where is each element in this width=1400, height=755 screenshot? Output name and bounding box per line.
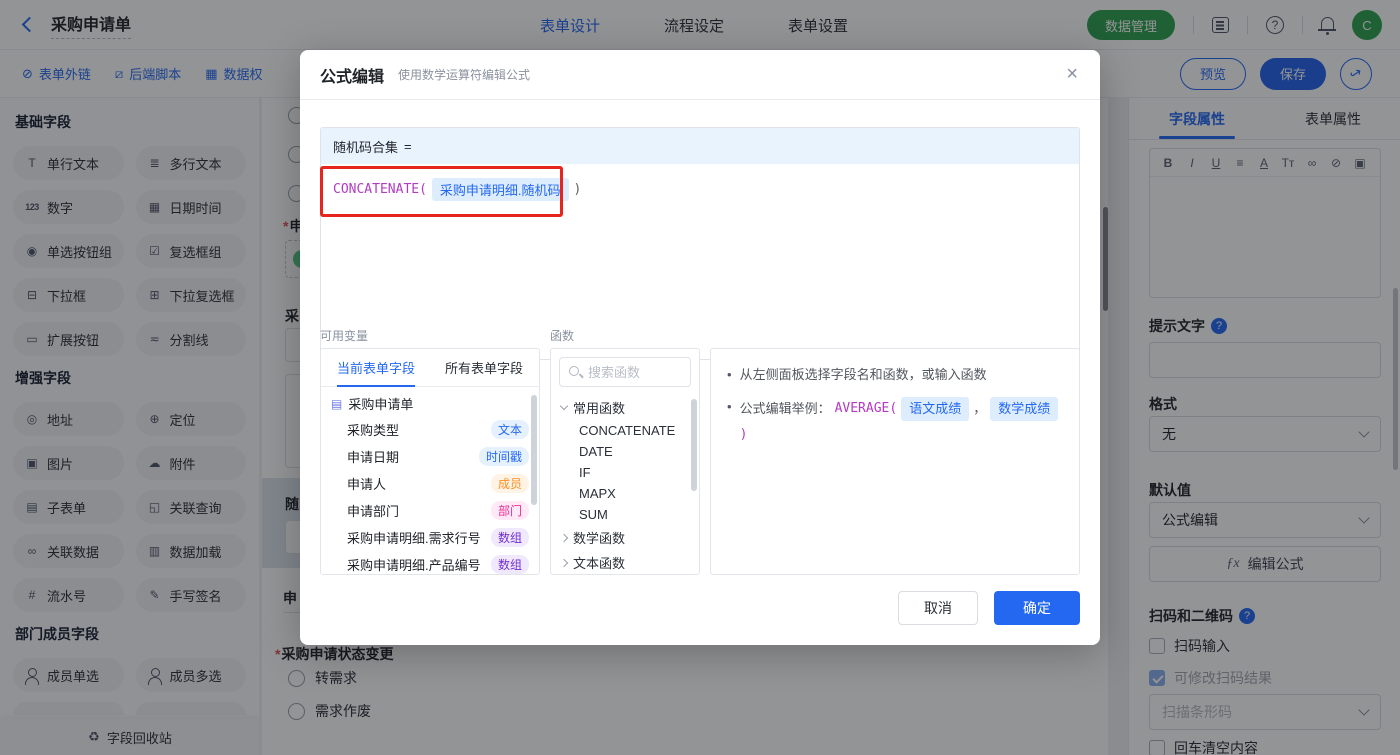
type-badge: 成员 xyxy=(490,474,529,493)
formula-expression[interactable]: CONCATENATE( 采购申请明细.随机码 ) xyxy=(321,164,1079,215)
app: 采购申请单 表单设计 流程设定 表单设置 数据管理 ? C ⊘ 表单外链 ⧄ 后端脚… xyxy=(0,0,1400,755)
variables-root-node[interactable]: ▤ 采购申请单 xyxy=(321,387,539,416)
variable-row[interactable]: 采购申请明细.需求行号 数组 xyxy=(321,524,539,551)
variables-panel: 当前表单字段 所有表单字段 ▤ 采购申请单 采购类型 文本 申请日期 时间戳 申请人成… xyxy=(320,348,540,575)
type-badge: 数组 xyxy=(490,528,529,547)
tip-line-2: • 公式编辑举例： AVERAGE( 语文成绩 ， 数学成绩 ) xyxy=(727,397,1063,445)
fn-item-concatenate[interactable]: CONCATENATE xyxy=(551,420,699,441)
modal-footer: 取消 确定 xyxy=(898,591,1080,625)
type-badge: 部门 xyxy=(490,501,529,520)
bullet-icon: • xyxy=(727,367,732,382)
example-field-token: 语文成绩 xyxy=(901,397,970,421)
functions-label: 函数 xyxy=(550,329,575,343)
type-badge: 数组 xyxy=(490,555,529,574)
functions-panel: 常用函数 CONCATENATE DATE IF MAPX SUM 数学函数 文… xyxy=(550,348,700,575)
fn-item-if[interactable]: IF xyxy=(551,462,699,483)
variable-row[interactable]: 采购申请明细.产品编号 数组 xyxy=(321,551,539,574)
fn-group-math[interactable]: 数学函数 xyxy=(551,525,699,550)
scrollbar-thumb[interactable] xyxy=(691,399,697,491)
example-close-paren: ) xyxy=(739,427,748,442)
fn-item-date[interactable]: DATE xyxy=(551,441,699,462)
type-badge: 时间戳 xyxy=(478,447,529,466)
formula-target-field: 随机码合集 xyxy=(333,139,399,155)
example-function-name: AVERAGE( xyxy=(834,401,898,416)
scrollbar-thumb[interactable] xyxy=(531,395,537,505)
function-name: CONCATENATE( xyxy=(333,182,427,197)
fn-group-text[interactable]: 文本函数 xyxy=(551,550,699,574)
variables-tabs: 当前表单字段 所有表单字段 xyxy=(321,349,539,387)
fn-item-sum[interactable]: SUM xyxy=(551,504,699,525)
function-search-input[interactable] xyxy=(588,364,688,380)
chevron-down-icon xyxy=(559,401,569,411)
variables-label: 可用变量 xyxy=(320,329,369,343)
function-search[interactable] xyxy=(559,357,691,387)
cancel-button[interactable]: 取消 xyxy=(898,591,978,625)
modal-header: 公式编辑 使用数学运算符编辑公式 × xyxy=(300,50,1100,100)
example-field-token: 数学成绩 xyxy=(990,397,1059,421)
close-paren: ) xyxy=(573,182,582,197)
search-icon xyxy=(568,365,582,379)
fn-group-common[interactable]: 常用函数 xyxy=(551,395,699,420)
formula-edit-modal: 公式编辑 使用数学运算符编辑公式 × 随机码合集 = CONCATENATE( … xyxy=(300,50,1100,645)
modal-title: 公式编辑 xyxy=(320,68,385,86)
tips-panel: • 从左侧面板选择字段名和函数，或输入函数 • 公式编辑举例： AVERAGE( … xyxy=(710,348,1080,575)
formula-editor[interactable]: 随机码合集 = CONCATENATE( 采购申请明细.随机码 ) xyxy=(320,127,1080,360)
field-token: 采购申请明细.随机码 xyxy=(431,178,569,201)
variable-row[interactable]: 申请日期 时间戳 xyxy=(321,443,539,470)
tab-all-form-fields[interactable]: 所有表单字段 xyxy=(445,349,523,387)
tip-line-1: • 从左侧面板选择字段名和函数，或输入函数 xyxy=(727,365,1063,385)
formula-target-bar: 随机码合集 = xyxy=(321,128,1079,164)
modal-subtitle: 使用数学运算符编辑公式 xyxy=(398,68,531,82)
close-icon[interactable]: × xyxy=(1066,64,1078,84)
document-icon: ▤ xyxy=(331,396,343,411)
variable-row[interactable]: 申请人 成员 xyxy=(321,470,539,497)
fn-item-mapx[interactable]: MAPX xyxy=(551,483,699,504)
variable-row[interactable]: 采购类型 文本 xyxy=(321,416,539,443)
chevron-right-icon xyxy=(559,558,569,567)
confirm-button[interactable]: 确定 xyxy=(994,591,1080,625)
tab-current-form-fields[interactable]: 当前表单字段 xyxy=(337,349,416,387)
bullet-icon: • xyxy=(727,399,732,414)
type-badge: 文本 xyxy=(490,420,529,439)
variable-row[interactable]: 申请部门 部门 xyxy=(321,497,539,524)
chevron-right-icon xyxy=(559,533,569,542)
equals-sign: = xyxy=(404,138,412,154)
